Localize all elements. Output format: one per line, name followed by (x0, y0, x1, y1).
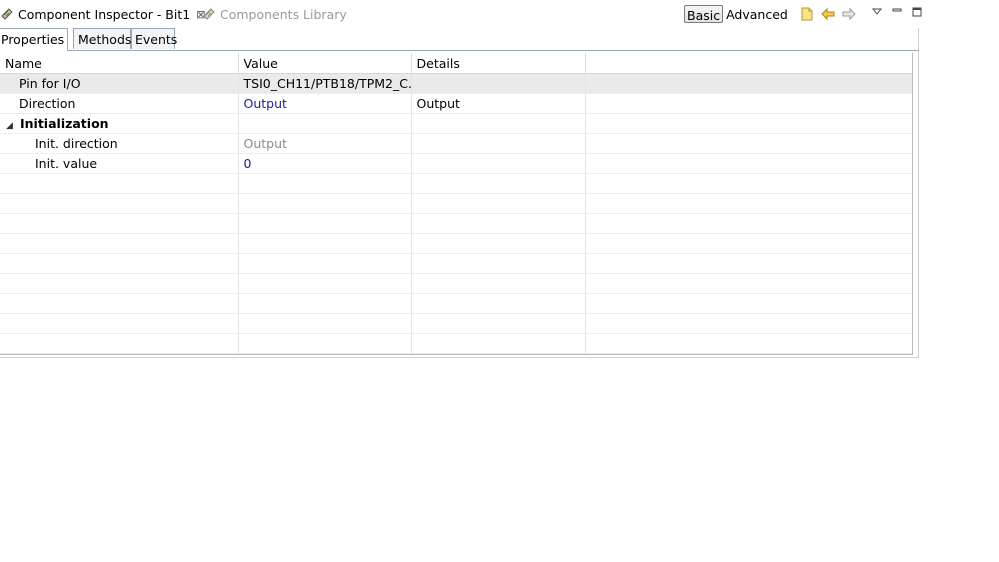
view-tab-bar: Component Inspector - Bit1 ⊠ Components … (0, 0, 922, 28)
property-name: Init. direction (0, 133, 239, 154)
tab-properties[interactable]: Properties (0, 28, 68, 51)
empty-row (0, 333, 912, 354)
tab-events[interactable]: Events (131, 28, 177, 49)
component-icon (0, 7, 14, 21)
minimize-icon[interactable] (891, 6, 907, 22)
forward-arrow-icon[interactable] (841, 6, 857, 22)
empty-row (0, 293, 912, 314)
property-details (411, 113, 586, 134)
property-details (411, 73, 586, 94)
table-row[interactable]: Init. value 0 (0, 153, 912, 174)
column-header-details[interactable]: Details (411, 53, 586, 74)
new-note-icon[interactable] (799, 6, 815, 22)
table-row[interactable]: Init. direction Output (0, 133, 912, 154)
column-header-filler (585, 53, 912, 74)
empty-row (0, 193, 912, 214)
tab-methods[interactable]: Methods (73, 28, 131, 49)
component-icon (202, 7, 216, 21)
property-value[interactable]: TSI0_CH11/PTB18/TPM2_C... (238, 73, 412, 94)
empty-row (0, 233, 912, 254)
filler-cell (585, 73, 912, 94)
property-details (411, 133, 586, 154)
collapse-toggle-icon[interactable]: ◢ (6, 121, 20, 131)
empty-row (0, 253, 912, 274)
tab-component-inspector[interactable]: Component Inspector - Bit1 ⊠ (0, 3, 205, 25)
filler-cell (585, 153, 912, 174)
tab-label: Component Inspector - Bit1 (18, 6, 191, 22)
filler-cell (585, 133, 912, 154)
property-value (238, 113, 412, 134)
empty-row (0, 213, 912, 234)
property-name: Pin for I/O (0, 73, 239, 94)
property-details: Output (411, 93, 586, 114)
column-header-name[interactable]: Name (0, 53, 239, 74)
empty-row (0, 273, 912, 294)
tab-label: Components Library (220, 6, 347, 22)
back-arrow-icon[interactable] (820, 6, 836, 22)
filler-cell (585, 113, 912, 134)
maximize-icon[interactable] (911, 6, 927, 22)
table-row[interactable]: Direction Output Output (0, 93, 912, 114)
properties-table: Name Value Details Pin for I/O TSI0_CH11… (0, 53, 912, 354)
empty-row (0, 313, 912, 334)
inspector-subtabs: Properties Methods Events (0, 28, 919, 51)
empty-row (0, 173, 912, 194)
tab-components-library[interactable]: Components Library (202, 3, 347, 25)
basic-button[interactable]: Basic (684, 5, 724, 23)
grid-header-row: Name Value Details (0, 53, 912, 74)
property-value[interactable]: Output (238, 133, 412, 154)
advanced-button[interactable]: Advanced (726, 7, 788, 22)
group-label: Initialization (20, 116, 109, 131)
property-details (411, 153, 586, 174)
column-header-value[interactable]: Value (238, 53, 412, 74)
property-name: Init. value (0, 153, 239, 174)
property-name: Direction (0, 93, 239, 114)
property-value[interactable]: Output (238, 93, 412, 114)
table-row-group[interactable]: ◢ Initialization (0, 113, 912, 134)
properties-grid: Name Value Details Pin for I/O TSI0_CH11… (0, 53, 913, 355)
filler-cell (585, 93, 912, 114)
property-value[interactable]: 0 (238, 153, 412, 174)
table-row[interactable]: Pin for I/O TSI0_CH11/PTB18/TPM2_C... (0, 73, 912, 94)
view-menu-icon[interactable] (871, 6, 887, 22)
view-toolbar: Basic Advanced (684, 2, 927, 26)
group-cell: ◢ Initialization (0, 113, 239, 134)
